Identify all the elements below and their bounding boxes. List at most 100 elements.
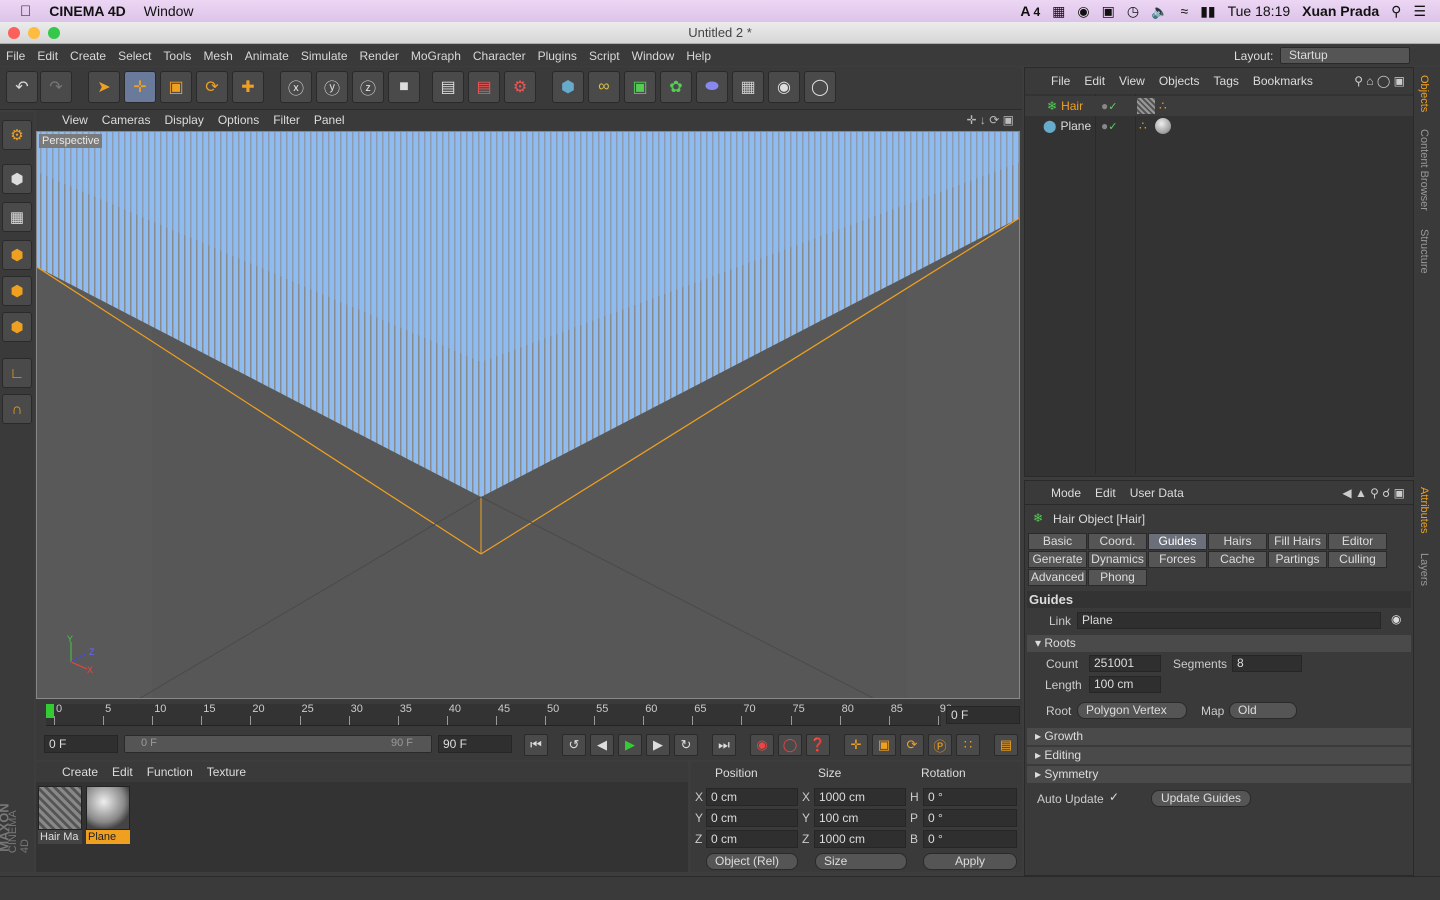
position-field[interactable]: 0 cm	[706, 809, 798, 827]
x-axis-lock-icon[interactable]: ⓧ	[280, 71, 312, 103]
key-parameter-icon[interactable]: Ⓟ	[928, 734, 952, 756]
object-menu-edit[interactable]: Edit	[1084, 74, 1105, 88]
side-tab-objects[interactable]: Objects	[1418, 75, 1430, 112]
coordinate-system-icon[interactable]: ■	[388, 71, 420, 103]
material-menu-function[interactable]: Function	[147, 765, 193, 779]
timeline-window-icon[interactable]: ▤	[994, 734, 1018, 756]
y-axis-lock-icon[interactable]: ⓨ	[316, 71, 348, 103]
update-guides-button[interactable]: Update Guides	[1151, 790, 1251, 807]
hair-tag-icon[interactable]: ∴	[1159, 99, 1167, 113]
material-menu-edit[interactable]: Edit	[112, 765, 133, 779]
layout-dropdown[interactable]: Startup	[1280, 47, 1410, 64]
tab-phong[interactable]: Phong	[1088, 569, 1147, 586]
autokey-icon[interactable]: ◯	[778, 734, 802, 756]
coordinate-mode-dropdown[interactable]: Object (Rel)	[706, 853, 798, 870]
size-field[interactable]: 1000 cm	[814, 788, 906, 806]
font-status-icon[interactable]: A4	[1020, 3, 1040, 19]
side-tab-attributes[interactable]: Attributes	[1418, 487, 1430, 533]
editing-group-header[interactable]: ▸ Editing	[1027, 747, 1411, 764]
menu-character[interactable]: Character	[473, 49, 526, 63]
window-menu[interactable]: Window	[144, 3, 194, 19]
next-frame-icon[interactable]: ▶	[646, 734, 670, 756]
wifi-icon[interactable]: ≈	[1181, 3, 1189, 19]
key-position-icon[interactable]: ✛	[844, 734, 868, 756]
user-name[interactable]: Xuan Prada	[1302, 3, 1379, 19]
key-pla-icon[interactable]: ∷	[956, 734, 980, 756]
position-field[interactable]: 0 cm	[706, 788, 798, 806]
render-view-icon[interactable]: ▤	[432, 71, 464, 103]
tab-coord[interactable]: Coord.	[1088, 533, 1147, 550]
close-window-button[interactable]	[8, 27, 20, 39]
menu-animate[interactable]: Animate	[245, 49, 289, 63]
side-tab-content-browser[interactable]: Content Browser	[1418, 129, 1430, 211]
start-frame-field[interactable]: 0 F	[44, 735, 118, 753]
play-icon[interactable]: ▶	[618, 734, 642, 756]
attribute-menu-mode[interactable]: Mode	[1051, 486, 1081, 500]
cloner-icon[interactable]: ✿	[660, 71, 692, 103]
link-picker-icon[interactable]: ◉	[1391, 612, 1401, 626]
tab-culling[interactable]: Culling	[1328, 551, 1387, 568]
menu-plugins[interactable]: Plugins	[538, 49, 577, 63]
menu-script[interactable]: Script	[589, 49, 620, 63]
size-field[interactable]: 1000 cm	[814, 830, 906, 848]
battery-icon[interactable]: ▮▮	[1200, 3, 1215, 20]
attribute-nav-icons[interactable]: ◀ ▲ ⚲ ☌ ▣	[1342, 486, 1405, 500]
z-axis-lock-icon[interactable]: ⓩ	[352, 71, 384, 103]
spotlight-icon[interactable]: ⚲	[1391, 3, 1401, 20]
goto-start-icon[interactable]: ⏮	[524, 734, 548, 756]
viewport-menu-filter[interactable]: Filter	[273, 113, 300, 127]
current-frame-field[interactable]: 0 F	[946, 706, 1020, 724]
time-machine-icon[interactable]: ◷	[1127, 3, 1139, 20]
axis-mode-icon[interactable]: ∟	[2, 358, 32, 388]
keyframe-selection-icon[interactable]: ❓	[806, 734, 830, 756]
tab-hairs[interactable]: Hairs	[1208, 533, 1267, 550]
attribute-menu-user-data[interactable]: User Data	[1130, 486, 1184, 500]
symmetry-group-header[interactable]: ▸ Symmetry	[1027, 766, 1411, 783]
tab-advanced[interactable]: Advanced	[1028, 569, 1087, 586]
apply-button[interactable]: Apply	[923, 853, 1017, 870]
root-dropdown[interactable]: Polygon Vertex	[1077, 702, 1187, 719]
light-icon[interactable]: ◯	[804, 71, 836, 103]
roots-group-header[interactable]: ▾ Roots	[1027, 635, 1411, 652]
material-menu-texture[interactable]: Texture	[207, 765, 246, 779]
tab-guides[interactable]: Guides	[1148, 533, 1207, 550]
menu-simulate[interactable]: Simulate	[301, 49, 348, 63]
tab-partings[interactable]: Partings	[1268, 551, 1327, 568]
clock[interactable]: Tue 18:19	[1228, 3, 1291, 19]
apple-icon[interactable]: 	[20, 3, 31, 20]
evernote-icon[interactable]: ◉	[1077, 3, 1089, 20]
tab-dynamics[interactable]: Dynamics	[1088, 551, 1147, 568]
tab-basic[interactable]: Basic	[1028, 533, 1087, 550]
object-name[interactable]: Hair	[1061, 99, 1083, 113]
object-menu-view[interactable]: View	[1119, 74, 1145, 88]
tab-editor[interactable]: Editor	[1328, 533, 1387, 550]
map-dropdown[interactable]: Old	[1229, 702, 1297, 719]
tab-generate[interactable]: Generate	[1028, 551, 1087, 568]
rotation-field[interactable]: 0 °	[923, 809, 1017, 827]
rotation-field[interactable]: 0 °	[923, 830, 1017, 848]
subdivision-surface-icon[interactable]: ▣	[624, 71, 656, 103]
side-tab-layers[interactable]: Layers	[1418, 553, 1430, 586]
zoom-window-button[interactable]	[48, 27, 60, 39]
edges-mode-icon[interactable]: ⬢	[2, 276, 32, 306]
position-field[interactable]: 0 cm	[706, 830, 798, 848]
auto-update-checkbox[interactable]: ✓	[1109, 790, 1119, 804]
menu-mograph[interactable]: MoGraph	[411, 49, 461, 63]
tab-fill-hairs[interactable]: Fill Hairs	[1268, 533, 1327, 550]
viewport-menu-display[interactable]: Display	[164, 113, 203, 127]
camera-icon[interactable]: ◉	[768, 71, 800, 103]
redo-icon[interactable]: ↷	[40, 71, 72, 103]
menu-file[interactable]: File	[6, 49, 25, 63]
end-frame-field[interactable]: 90 F	[438, 735, 512, 753]
previous-frame-icon[interactable]: ◀	[590, 734, 614, 756]
menu-edit[interactable]: Edit	[37, 49, 58, 63]
length-field[interactable]: 100 cm	[1089, 676, 1161, 693]
size-field[interactable]: 100 cm	[814, 809, 906, 827]
key-scale-icon[interactable]: ▣	[872, 734, 896, 756]
segments-field[interactable]: 8	[1232, 655, 1302, 672]
count-field[interactable]: 251001	[1089, 655, 1161, 672]
frame-range-slider[interactable]: 0 F 90 F	[124, 735, 432, 753]
link-field[interactable]: Plane	[1077, 612, 1381, 629]
object-name[interactable]: Plane	[1060, 119, 1091, 133]
menu-select[interactable]: Select	[118, 49, 151, 63]
